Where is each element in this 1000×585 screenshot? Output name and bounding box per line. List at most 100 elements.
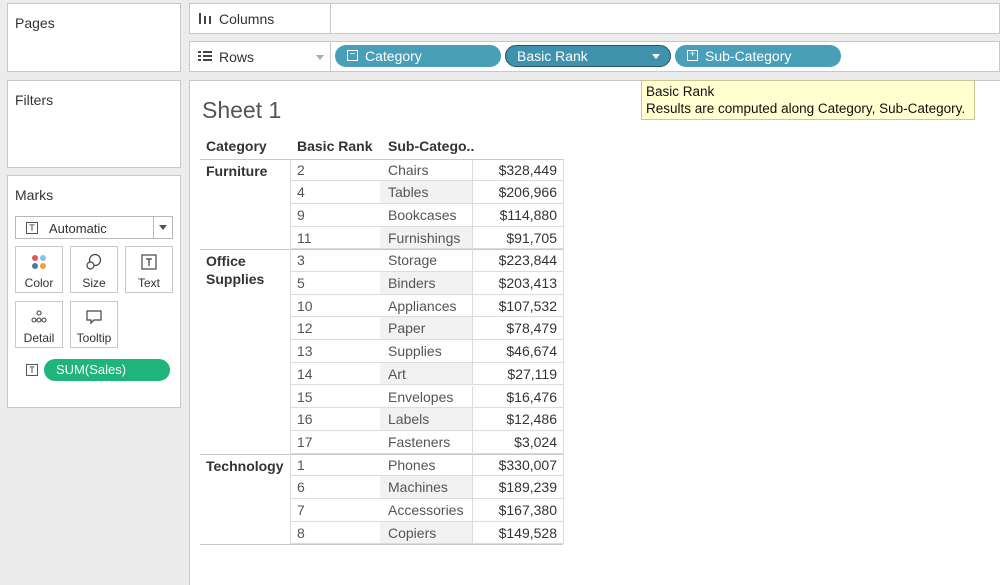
table-row[interactable]: 7 Accessories $167,380 — [290, 499, 563, 522]
detail-label: Detail — [23, 331, 55, 345]
subcategory-cell: Tables — [380, 181, 472, 203]
table-row[interactable]: 3 Storage $223,844 — [290, 249, 563, 272]
subcategory-pill[interactable]: + Sub-Category — [675, 45, 841, 67]
sales-cell: $78,479 — [472, 317, 562, 340]
tooltip-button[interactable]: Tooltip — [70, 301, 118, 348]
category-label-line: Office — [206, 253, 246, 270]
subcategory-cell: Chairs — [388, 161, 429, 178]
table-row[interactable]: 1 Phones $330,007 — [290, 453, 563, 477]
columns-shelf-label: Columns — [190, 4, 331, 33]
subcategory-header[interactable]: Sub-Catego.. — [388, 138, 474, 154]
table-row[interactable]: 10 Appliances $107,532 — [290, 294, 563, 318]
sales-cell: $167,380 — [472, 499, 562, 521]
category-pill-label: Category — [365, 48, 422, 64]
category-group-label[interactable]: Technology — [206, 457, 284, 475]
table-row[interactable]: 14 Art $27,119 — [290, 362, 563, 386]
table-row[interactable]: 4 Tables $206,966 — [290, 181, 563, 204]
table-row[interactable]: 15 Envelopes $16,476 — [290, 385, 563, 409]
sales-cell: $114,880 — [472, 203, 562, 226]
table-row[interactable]: 17 Fasteners $3,024 — [290, 430, 563, 454]
table-row[interactable]: 9 Bookcases $114,880 — [290, 203, 563, 227]
category-group-label[interactable]: Office Supplies — [206, 252, 264, 288]
speech-bubble-icon — [71, 308, 117, 326]
sales-cell: $16,476 — [472, 385, 562, 408]
size-label: Size — [82, 276, 106, 290]
columns-shelf[interactable]: Columns — [189, 3, 1000, 34]
sales-cell: $223,844 — [472, 249, 562, 271]
category-label-line: Furniture — [206, 162, 268, 179]
sales-cell: $149,528 — [472, 521, 562, 544]
rank-cell: 4 — [297, 184, 305, 201]
filters-card[interactable]: Filters — [7, 80, 181, 168]
size-button[interactable]: Size — [70, 246, 118, 293]
basic-rank-pill-label: Basic Rank — [517, 48, 588, 64]
tooltip: Basic Rank Results are computed along Ca… — [641, 80, 975, 120]
rank-cell: 8 — [297, 524, 305, 541]
category-pill[interactable]: − Category — [335, 45, 501, 67]
table-row[interactable]: 11 Furnishings $91,705 — [290, 226, 563, 250]
table-row[interactable]: 2 Chairs $328,449 — [290, 158, 563, 182]
subcategory-pill-label: Sub-Category — [705, 48, 792, 64]
sales-cell: $203,413 — [472, 272, 562, 294]
rank-cell: 1 — [297, 456, 305, 473]
text-button[interactable]: Text — [125, 246, 173, 293]
category-header[interactable]: Category — [206, 138, 267, 154]
columns-label: Columns — [219, 11, 275, 27]
filters-title: Filters — [15, 92, 54, 108]
subcategory-cell: Paper — [380, 317, 472, 340]
table-row[interactable]: 16 Labels $12,486 — [290, 408, 563, 431]
category-label-line: Supplies — [206, 271, 265, 288]
marks-title: Marks — [15, 187, 54, 203]
table-row[interactable]: 5 Binders $203,413 — [290, 272, 563, 295]
subcategory-cell: Furnishings — [380, 226, 472, 249]
subcategory-cell: Binders — [380, 272, 472, 294]
sales-cell: $330,007 — [472, 453, 562, 476]
rank-cell: 5 — [297, 275, 305, 291]
sales-cell: $12,486 — [472, 408, 562, 430]
rank-cell: 10 — [297, 297, 313, 314]
columns-icon — [198, 12, 212, 28]
rank-cell: 12 — [297, 320, 313, 337]
subcategory-cell: Labels — [380, 408, 472, 430]
subcategory-cell: Art — [380, 362, 472, 385]
expand-plus-icon[interactable]: + — [687, 50, 698, 61]
sales-cell: $3,024 — [472, 430, 562, 453]
sales-cell: $107,532 — [472, 294, 562, 317]
table-row[interactable]: 6 Machines $189,239 — [290, 476, 563, 499]
subcategory-cell: Envelopes — [388, 388, 454, 405]
sales-cell: $27,119 — [472, 362, 562, 385]
subcategory-cell: Copiers — [380, 521, 472, 544]
tooltip-label: Tooltip — [76, 331, 112, 345]
chevron-down-icon[interactable] — [153, 217, 172, 238]
crosstab-table: Category Basic Rank Sub-Catego.. Furnitu… — [200, 136, 564, 546]
rank-header[interactable]: Basic Rank — [297, 138, 372, 154]
table-row[interactable]: 12 Paper $78,479 — [290, 317, 563, 341]
size-circles-icon — [71, 253, 117, 271]
collapse-minus-icon[interactable]: − — [347, 50, 358, 61]
rank-cell: 14 — [297, 365, 313, 382]
chevron-down-icon[interactable] — [316, 55, 324, 60]
column-divider — [290, 158, 291, 545]
column-divider — [563, 158, 564, 545]
subcategory-cell: Storage — [388, 252, 438, 269]
table-row[interactable]: 13 Supplies $46,674 — [290, 340, 563, 363]
category-group-label[interactable]: Furniture — [206, 162, 267, 180]
mark-type-label: Automatic — [49, 221, 107, 236]
sales-cell: $91,705 — [472, 226, 562, 249]
text-mark-icon: T — [26, 222, 38, 234]
sales-cell: $328,449 — [472, 158, 562, 181]
basic-rank-pill[interactable]: Basic Rank — [505, 45, 671, 67]
detail-button[interactable]: Detail — [15, 301, 63, 348]
rank-cell: 16 — [297, 411, 313, 428]
sales-cell: $46,674 — [472, 340, 562, 362]
mark-type-dropdown[interactable]: T Automatic — [15, 216, 173, 239]
pages-title: Pages — [15, 15, 55, 31]
color-button[interactable]: Color — [15, 246, 63, 293]
rows-shelf-label: Rows — [190, 42, 331, 71]
pages-card[interactable]: Pages — [7, 3, 181, 72]
rank-cell: 17 — [297, 433, 313, 450]
chevron-down-icon[interactable] — [652, 54, 660, 59]
rows-shelf[interactable]: Rows − Category Basic Rank + Sub-Categor… — [189, 41, 1000, 72]
table-row[interactable]: 8 Copiers $149,528 — [290, 521, 563, 545]
sum-sales-pill[interactable]: SUM(Sales) — [44, 359, 170, 381]
